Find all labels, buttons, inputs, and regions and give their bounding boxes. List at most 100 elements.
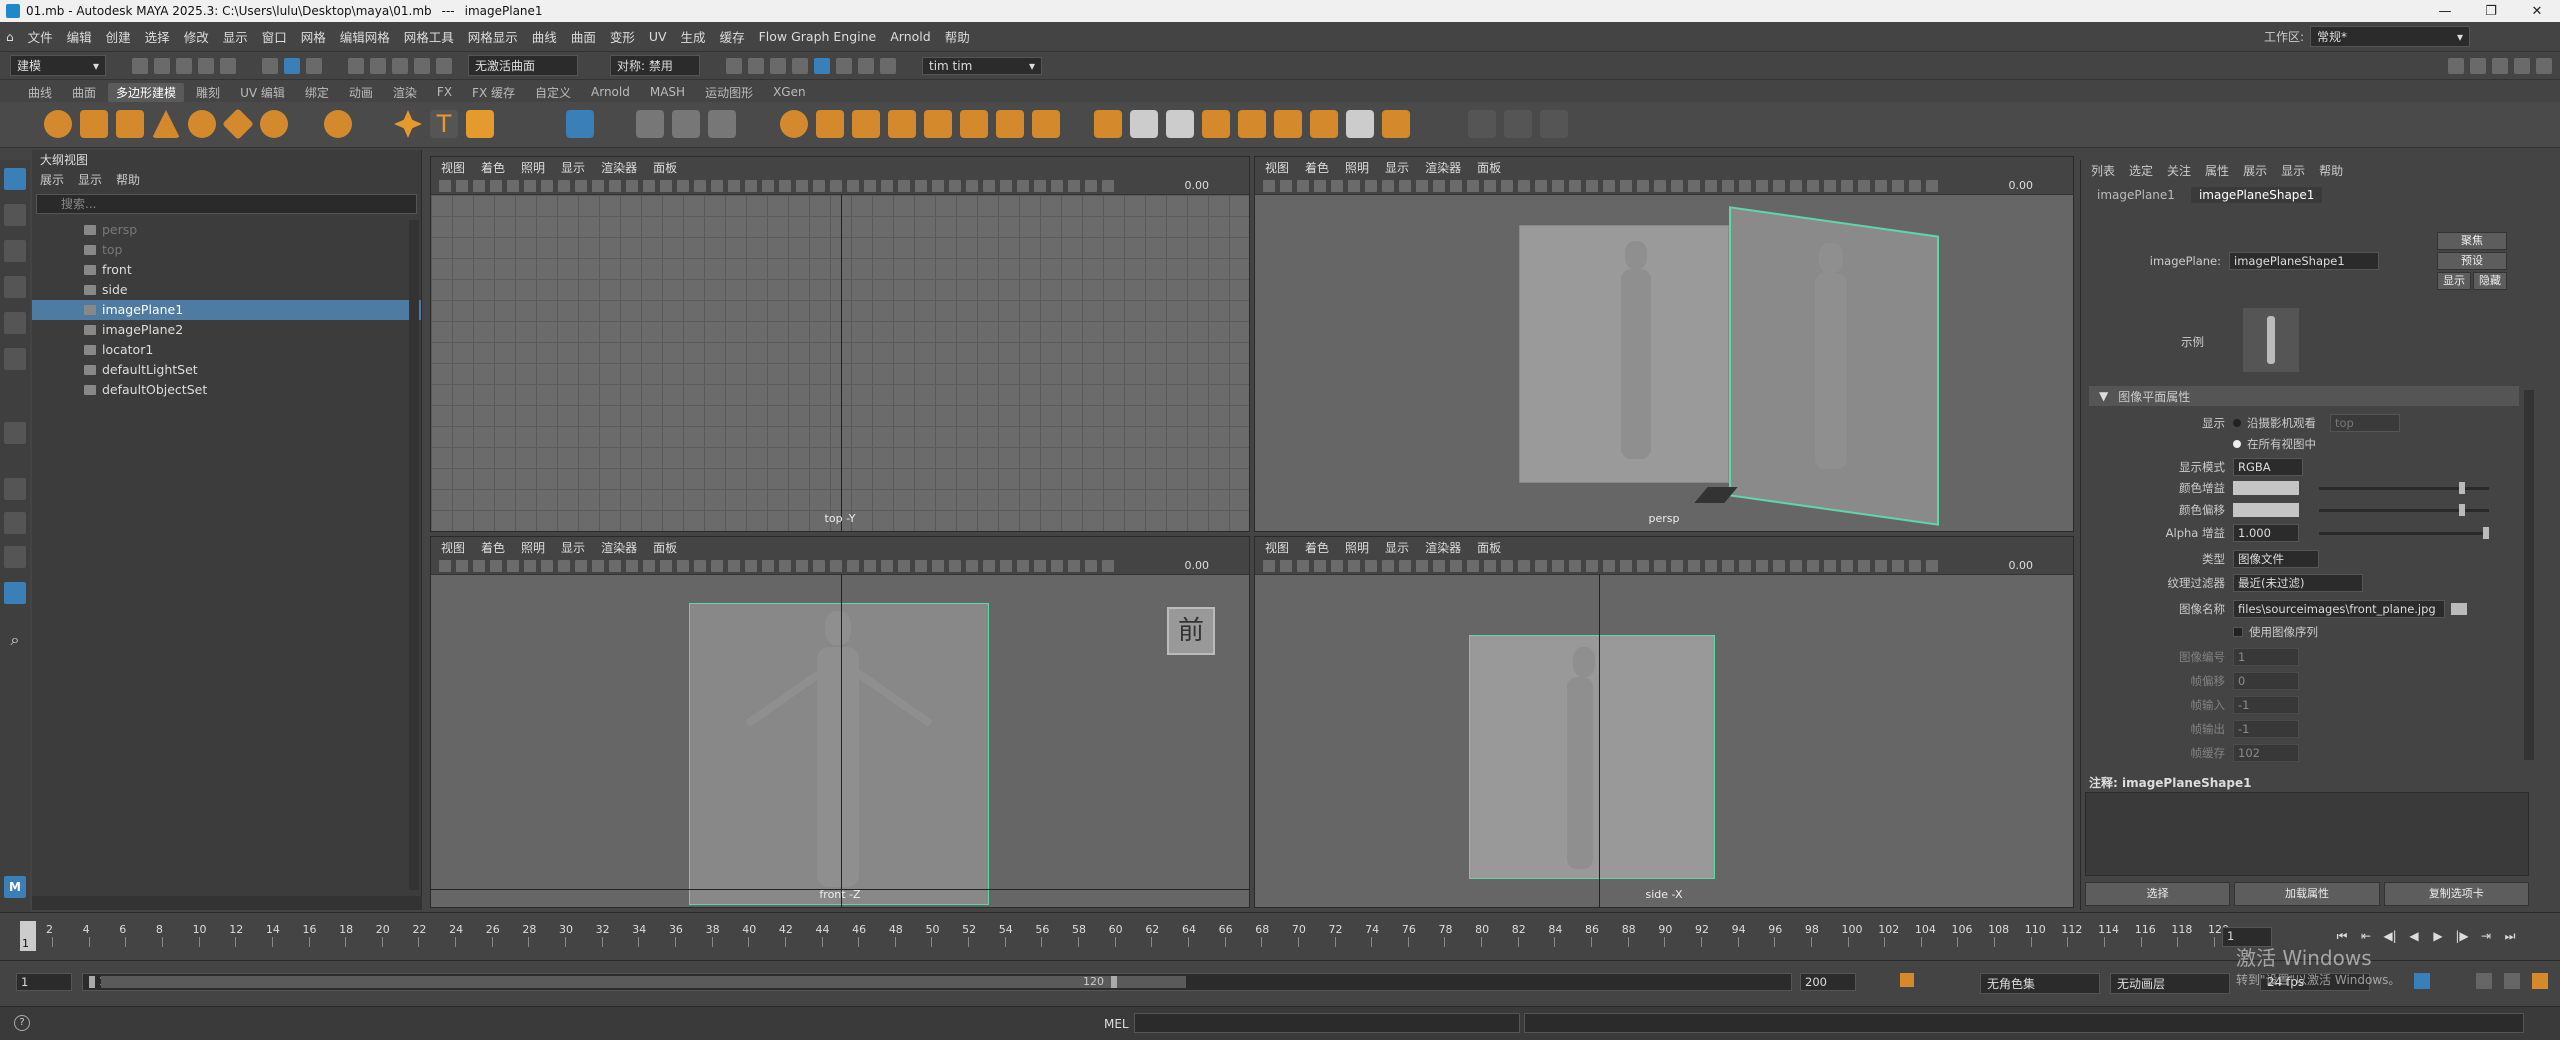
viewport-tool-icon[interactable] <box>1620 179 1632 192</box>
shelf-tab-2[interactable]: 多边形建模 <box>108 82 185 102</box>
viewport-tool-icon[interactable] <box>1280 179 1292 192</box>
viewport-tool-icon[interactable] <box>796 559 808 572</box>
viewport-tool-icon[interactable] <box>1790 559 1802 572</box>
viewport-tool-icon[interactable] <box>1051 179 1063 192</box>
viewport-tool-icon[interactable] <box>1382 179 1394 192</box>
uv-editor-icon[interactable] <box>1468 110 1496 138</box>
automatic-mapping-icon[interactable] <box>1540 110 1568 138</box>
viewport-tool-icon[interactable] <box>779 179 791 192</box>
measure-tool-icon[interactable] <box>4 422 26 444</box>
outliner-h-scrollbar[interactable] <box>32 896 422 910</box>
viewport-tool-icon[interactable] <box>1586 179 1598 192</box>
viewport-top[interactable]: 视图 着色 照明 显示 渲染器 面板 0.00 top -Y <box>430 156 1250 532</box>
viewport-tool-icon[interactable] <box>1773 179 1785 192</box>
viewport-tool-icon[interactable] <box>1000 179 1012 192</box>
viewport-menu-item[interactable]: 渲染器 <box>1425 539 1461 556</box>
viewport-tool-icon[interactable] <box>1518 179 1530 192</box>
viewport-tool-icon[interactable] <box>1841 559 1853 572</box>
viewport-tool-icon[interactable] <box>813 179 825 192</box>
viewport-tool-icon[interactable] <box>694 559 706 572</box>
outliner-item[interactable]: imagePlane2 <box>32 320 421 340</box>
viewport-tool-icon[interactable] <box>1501 179 1513 192</box>
menu-item-cache[interactable]: 缓存 <box>720 27 745 46</box>
poly-cube-icon[interactable] <box>80 110 108 138</box>
viewport-tool-icon[interactable] <box>456 559 468 572</box>
single-view-icon[interactable] <box>4 478 26 500</box>
viewport-tool-icon[interactable] <box>1348 179 1360 192</box>
viewport-tool-icon[interactable] <box>1535 179 1547 192</box>
viewport-tool-icon[interactable] <box>932 179 944 192</box>
attr-menu-list[interactable]: 列表 <box>2091 162 2115 179</box>
boolean-icon[interactable] <box>780 110 808 138</box>
hide-button[interactable]: 隐藏 <box>2473 272 2507 290</box>
viewport-menu-item[interactable]: 面板 <box>653 159 677 176</box>
viewport-tool-icon[interactable] <box>1102 559 1114 572</box>
viewport-tool-icon[interactable] <box>1688 559 1700 572</box>
extrude-icon[interactable] <box>816 110 844 138</box>
type-select[interactable]: 图像文件 <box>2233 550 2319 568</box>
select-object-icon[interactable] <box>284 57 300 74</box>
color-offset-swatch[interactable] <box>2233 503 2299 517</box>
open-scene-icon[interactable] <box>154 57 170 74</box>
viewport-tool-icon[interactable] <box>847 179 859 192</box>
viewport-tool-icon[interactable] <box>728 559 740 572</box>
viewport-tool-icon[interactable] <box>1858 179 1870 192</box>
viewport-tool-icon[interactable] <box>643 559 655 572</box>
load-attributes-button[interactable]: 加载属性 <box>2234 882 2380 906</box>
front-view-badge[interactable]: 前 <box>1167 607 1215 655</box>
bridge-icon[interactable] <box>852 110 880 138</box>
viewport-tool-icon[interactable] <box>507 179 519 192</box>
snap-point-icon[interactable] <box>392 57 408 74</box>
viewport-tool-icon[interactable] <box>881 179 893 192</box>
viewport-tool-icon[interactable] <box>1739 559 1751 572</box>
image-name-field[interactable]: files\sourceimages\front_plane.jpg <box>2233 600 2445 618</box>
radio-all-views[interactable] <box>2233 440 2241 448</box>
viewport-tool-icon[interactable] <box>1739 179 1751 192</box>
cache-icon[interactable] <box>2504 973 2520 989</box>
viewport-tool-icon[interactable] <box>439 179 451 192</box>
viewport-tool-icon[interactable] <box>1484 179 1496 192</box>
animation-end-field[interactable]: 200 <box>1800 973 1856 991</box>
viewport-tool-icon[interactable] <box>473 559 485 572</box>
wedge-icon[interactable] <box>1346 110 1374 138</box>
outliner-search-input[interactable]: 搜索... <box>36 194 417 214</box>
viewport-tool-icon[interactable] <box>1722 179 1734 192</box>
user-account-select[interactable]: tim tim ▾ <box>922 56 1042 75</box>
outliner-item[interactable]: defaultLightSet <box>32 360 421 380</box>
planar-mapping-icon[interactable] <box>1504 110 1532 138</box>
poly-plane-icon[interactable] <box>222 108 254 140</box>
viewport-tool-icon[interactable] <box>983 559 995 572</box>
viewport-tool-icon[interactable] <box>1068 559 1080 572</box>
viewport-tool-icon[interactable] <box>1705 559 1717 572</box>
viewport-tool-icon[interactable] <box>966 179 978 192</box>
help-icon[interactable]: ? <box>14 1015 30 1031</box>
viewport-menu-item[interactable]: 显示 <box>1385 539 1409 556</box>
viewport-tool-icon[interactable] <box>1484 559 1496 572</box>
insert-edge-loop-icon[interactable] <box>1130 110 1158 138</box>
circularize-icon[interactable] <box>1382 110 1410 138</box>
viewport-tool-icon[interactable] <box>677 179 689 192</box>
menu-item-create[interactable]: 创建 <box>106 27 131 46</box>
symmetry-select[interactable]: 对称: 禁用 <box>610 55 700 76</box>
viewport-tool-icon[interactable] <box>1331 179 1343 192</box>
loop-icon[interactable] <box>2414 973 2430 989</box>
viewport-tool-icon[interactable] <box>1535 559 1547 572</box>
alpha-gain-field[interactable]: 1.000 <box>2233 524 2299 542</box>
target-weld-icon[interactable] <box>1094 110 1122 138</box>
display-mode-select[interactable]: RGBA <box>2233 458 2303 476</box>
viewport-tool-icon[interactable] <box>1824 179 1836 192</box>
play-back-icon[interactable]: ◀ <box>2407 929 2421 943</box>
menu-item-surfaces[interactable]: 曲面 <box>571 27 596 46</box>
viewport-tool-icon[interactable] <box>643 179 655 192</box>
layout-icon[interactable] <box>4 582 26 604</box>
poly-torus-icon[interactable] <box>188 110 216 138</box>
collapse-icon[interactable] <box>1202 110 1230 138</box>
viewport-tool-icon[interactable] <box>915 179 927 192</box>
attr-scrollbar[interactable] <box>2524 390 2534 760</box>
viewport-tool-icon[interactable] <box>1756 559 1768 572</box>
viewport-menu-item[interactable]: 照明 <box>1345 539 1369 556</box>
show-button[interactable]: 显示 <box>2437 272 2471 290</box>
tool-settings-icon[interactable] <box>2514 57 2530 74</box>
radio-look-through[interactable] <box>2233 419 2241 427</box>
attr-menu-selected[interactable]: 选定 <box>2129 162 2153 179</box>
